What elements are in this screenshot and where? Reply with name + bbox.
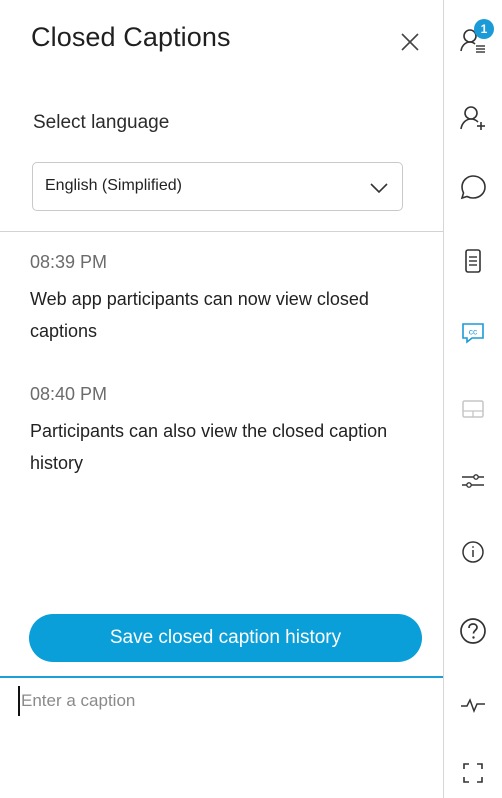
fullscreen-icon [463,763,483,783]
activity-button[interactable] [458,690,488,720]
side-rail: 1 cc [443,0,502,798]
add-participant-button[interactable] [458,103,488,133]
svg-text:cc: cc [469,327,478,337]
language-select-value: English (Simplified) [45,177,182,194]
closed-captions-panel: Closed Captions Select language English … [0,0,443,798]
info-button[interactable] [458,537,488,567]
caption-text: Participants can also view the closed ca… [30,421,388,473]
notes-button[interactable] [458,246,488,276]
chat-button[interactable] [458,172,488,202]
caption-text: Web app participants can now view closed… [30,289,369,341]
caption-input[interactable] [18,686,428,716]
info-icon [462,541,484,563]
select-language-label: Select language [33,112,170,133]
language-select[interactable]: English (Simplified) [32,162,403,211]
closed-captions-icon: cc [462,323,484,344]
notes-icon [465,249,481,273]
help-icon [460,618,486,644]
help-button[interactable] [458,616,488,646]
layout-button[interactable] [458,394,488,424]
participants-count-badge: 1 [474,19,494,39]
save-caption-history-button[interactable]: Save closed caption history [29,614,422,662]
caption-entry: 08:40 PM Participants can also view the … [30,383,430,479]
input-divider [0,676,443,678]
fullscreen-button[interactable] [458,758,488,788]
participants-button[interactable]: 1 [458,19,494,55]
close-icon [401,33,419,51]
caption-entry: 08:39 PM Web app participants can now vi… [30,251,430,347]
layout-icon [462,400,484,418]
close-button[interactable] [396,28,424,56]
caption-timestamp: 08:40 PM [30,384,108,404]
settings-button[interactable] [458,466,488,496]
activity-icon [461,698,485,714]
chevron-down-icon [370,183,388,194]
chat-icon [460,175,486,200]
settings-sliders-icon [462,474,484,488]
caption-timestamp: 08:39 PM [30,252,108,272]
divider [0,231,443,232]
panel-title: Closed Captions [31,22,231,52]
closed-captions-button[interactable]: cc [458,318,488,348]
add-participant-icon [460,106,485,130]
